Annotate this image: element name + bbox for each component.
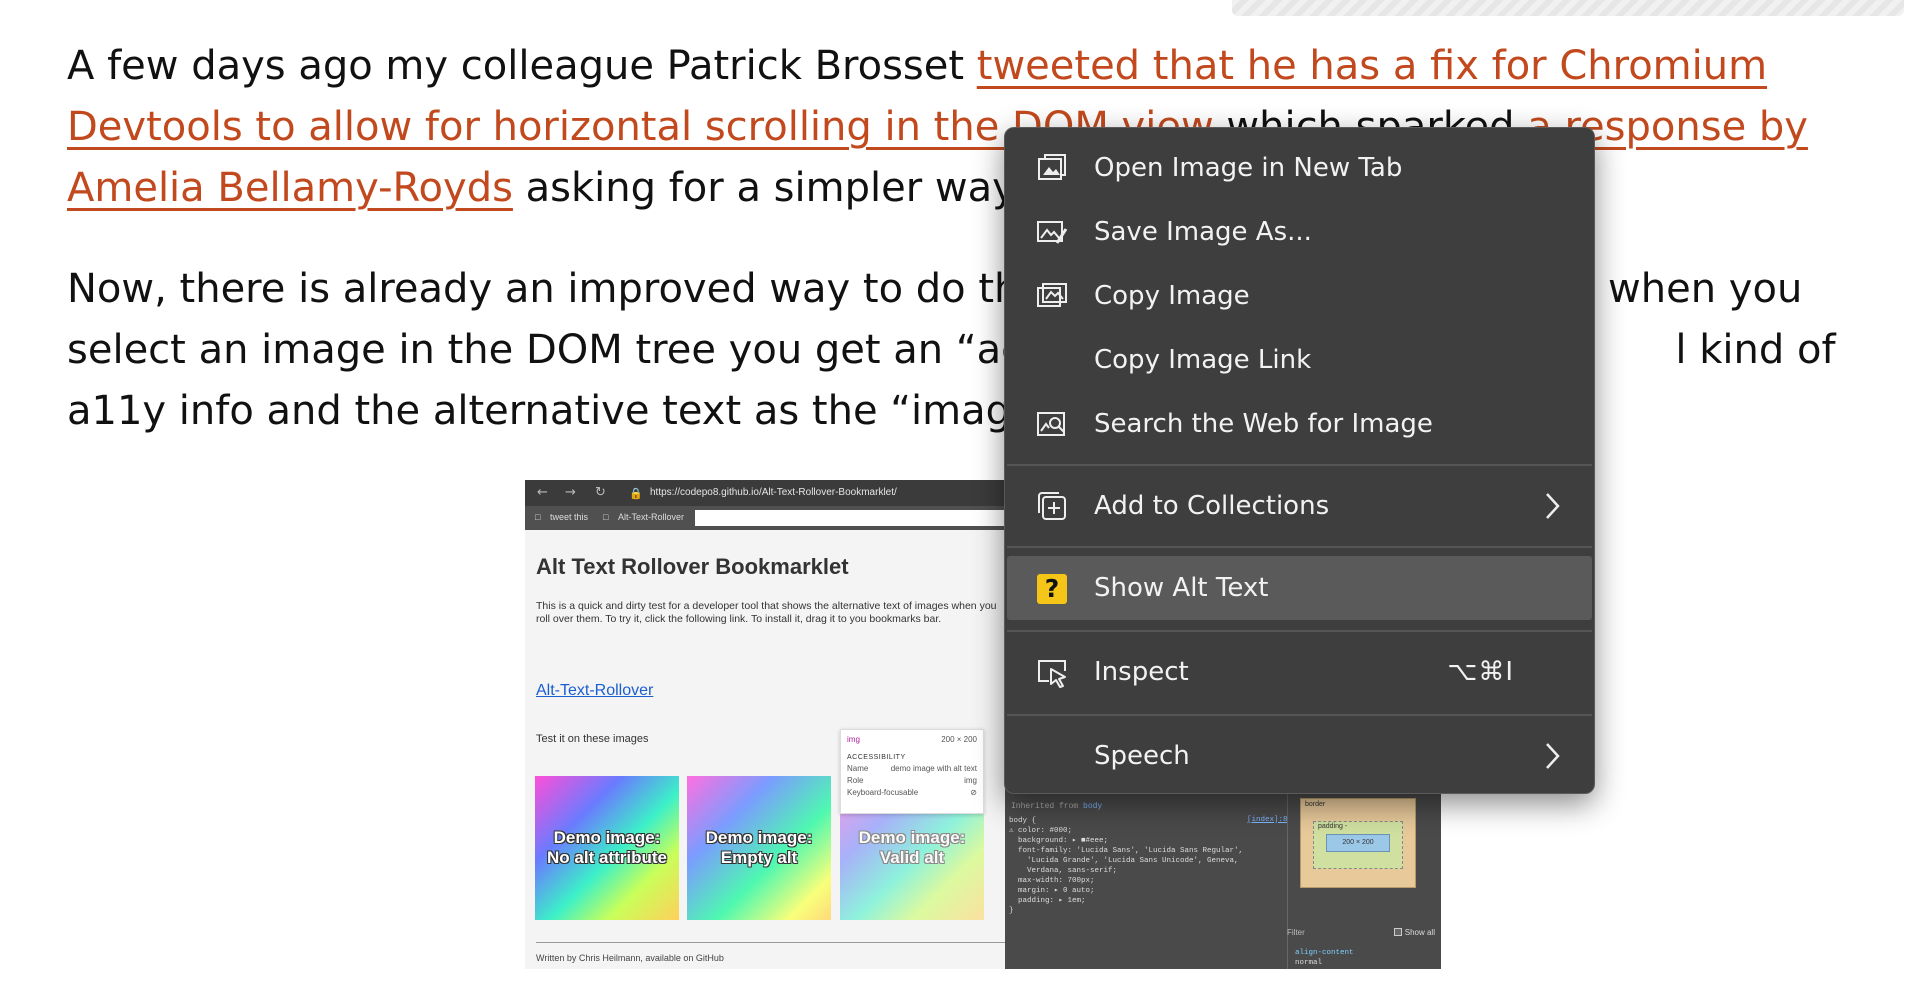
tooltip-name-value: demo image with alt text <box>890 764 977 773</box>
bookmark-item: tweet this <box>550 512 589 522</box>
menu-item-label: Add to Collections <box>1094 491 1330 521</box>
menu-item-search-web-image[interactable]: Search the Web for Image <box>1007 392 1592 456</box>
bookmark-page-icon: □ <box>535 512 541 522</box>
demo-text: Demo image: <box>858 828 966 847</box>
not-focusable-icon: ⊘ <box>970 788 977 797</box>
chevron-right-icon <box>1546 493 1560 519</box>
search-web-image-icon <box>1037 412 1065 436</box>
devtools-divider <box>1287 792 1288 969</box>
accessibility-tooltip: img 200 × 200 ACCESSIBILITY Name demo imag… <box>840 729 984 814</box>
bookmark-page-icon: □ <box>603 512 609 522</box>
copy-image-icon <box>1037 283 1067 307</box>
menu-item-show-alt-text[interactable]: ? Show Alt Text <box>1007 556 1592 620</box>
box-model-content: 200 × 200 <box>1326 834 1390 852</box>
screenshot-footer: Written by Chris Heilmann, available on … <box>536 953 724 963</box>
demo-text: Empty alt <box>720 848 798 867</box>
devtools-align-content: align-content normal <box>1295 948 1354 968</box>
box-model: border padding - 200 × 200 <box>1300 798 1416 888</box>
box-model-padding: padding - 200 × 200 <box>1313 821 1403 869</box>
open-image-new-tab-icon <box>1038 154 1066 180</box>
tooltip-role-value: img <box>964 776 977 785</box>
inspect-icon <box>1038 660 1066 688</box>
menu-item-speech[interactable]: Speech <box>1007 724 1592 788</box>
screenshot-bookmarks-bar: □ tweet this □ Alt-Text-Rollover <box>525 506 1025 530</box>
devtools-inherited-from: body <box>1083 802 1103 811</box>
menu-item-label: Save Image As... <box>1094 217 1312 247</box>
menu-separator <box>1007 714 1592 716</box>
menu-separator <box>1007 630 1592 632</box>
devtools-filter-label: Filter <box>1287 928 1305 937</box>
devtools-inherited: Inherited from body <box>1011 802 1102 811</box>
menu-item-open-image-new-tab[interactable]: Open Image in New Tab <box>1007 136 1592 200</box>
bookmark-item: Alt-Text-Rollover <box>618 512 685 522</box>
inspect-shortcut: ⌥⌘I <box>1447 657 1514 687</box>
article-paragraph-2: Now, there is already an improved way to… <box>67 266 1836 434</box>
chevron-right-icon <box>1546 743 1560 769</box>
menu-item-label: Open Image in New Tab <box>1094 153 1403 183</box>
menu-item-label: Speech <box>1094 741 1190 771</box>
save-image-icon <box>1037 221 1068 244</box>
devtools-align-prop: align-content <box>1295 949 1354 957</box>
screenshot-page: Alt Text Rollover Bookmarklet This is a … <box>525 530 1006 969</box>
tooltip-role-label: Role <box>847 776 864 785</box>
screenshot-divider <box>536 942 1006 943</box>
menu-separator <box>1007 546 1592 548</box>
forward-arrow-icon: → <box>565 485 576 500</box>
box-model-padding-label: padding - <box>1318 823 1348 830</box>
top-decorative-strip <box>1232 0 1904 16</box>
demo-text: Demo image: <box>705 828 813 847</box>
devtools-align-value: normal <box>1295 959 1323 967</box>
box-model-border-label: border <box>1305 801 1326 808</box>
devtools-filter: Filter Show all <box>1287 928 1441 942</box>
demo-text: Demo image: <box>553 828 661 847</box>
menu-item-copy-image[interactable]: Copy Image <box>1007 264 1592 328</box>
menu-item-save-image-as[interactable]: Save Image As... <box>1007 200 1592 264</box>
tooltip-size: 200 × 200 <box>941 735 977 744</box>
menu-item-add-to-collections[interactable]: Add to Collections <box>1007 474 1592 538</box>
back-arrow-icon: ← <box>537 485 548 500</box>
screenshot-test-label: Test it on these images <box>536 733 649 745</box>
context-menu: Open Image in New Tab Save Image As... C… <box>1004 127 1595 794</box>
demo-image-empty-alt: Demo image: Empty alt <box>687 776 831 920</box>
article-paragraph-1: A few days ago my colleague Patrick Bros… <box>67 36 1907 219</box>
menu-item-label: Search the Web for Image <box>1094 409 1433 439</box>
menu-separator <box>1007 464 1592 466</box>
add-to-collections-icon <box>1038 492 1066 520</box>
menu-item-copy-image-link[interactable]: Copy Image Link <box>1007 328 1592 392</box>
question-mark-icon: ? <box>1037 574 1067 604</box>
tooltip-tag: img <box>847 735 860 744</box>
lock-icon: 🔒 <box>629 487 643 500</box>
reload-icon: ↻ <box>595 485 606 500</box>
paragraph-text: A few days ago my colleague Patrick Bros… <box>67 43 977 89</box>
checkbox-icon <box>1393 928 1402 936</box>
devtools-show-all-label: Show all <box>1404 928 1435 937</box>
screenshot-link: Alt-Text-Rollover <box>536 682 654 699</box>
menu-item-label: Copy Image Link <box>1094 345 1312 375</box>
demo-text: Valid alt <box>879 848 945 867</box>
screenshot-url: https://codepo8.github.io/Alt-Text-Rollo… <box>650 487 897 498</box>
demo-image-no-alt: Demo image: No alt attribute <box>535 776 679 920</box>
demo-text: No alt attribute <box>547 848 667 867</box>
menu-item-inspect[interactable]: Inspect ⌥⌘I <box>1007 640 1592 704</box>
devtools-source-link: [index]:8 <box>1247 816 1288 824</box>
tooltip-keyboard-label: Keyboard-focusable <box>847 788 919 797</box>
bookmark-field <box>695 510 1025 526</box>
devtools-inherited-prefix: Inherited from <box>1011 802 1084 811</box>
screenshot-url-bar: ← → ↻ 🔒 https://codepo8.github.io/Alt-Te… <box>525 480 1025 506</box>
menu-item-label: Show Alt Text <box>1094 573 1269 603</box>
tooltip-section: ACCESSIBILITY <box>847 754 906 761</box>
menu-item-label: Inspect <box>1094 657 1189 687</box>
devtools-css-code: body { ⚠ color: #000; background: ▸ ■#ee… <box>1009 817 1244 915</box>
devtools-show-all: Show all <box>1393 928 1435 937</box>
menu-item-label: Copy Image <box>1094 281 1250 311</box>
tooltip-name-label: Name <box>847 764 869 773</box>
screenshot-title: Alt Text Rollover Bookmarklet <box>536 554 849 579</box>
screenshot-description: This is a quick and dirty test for a dev… <box>536 600 997 625</box>
